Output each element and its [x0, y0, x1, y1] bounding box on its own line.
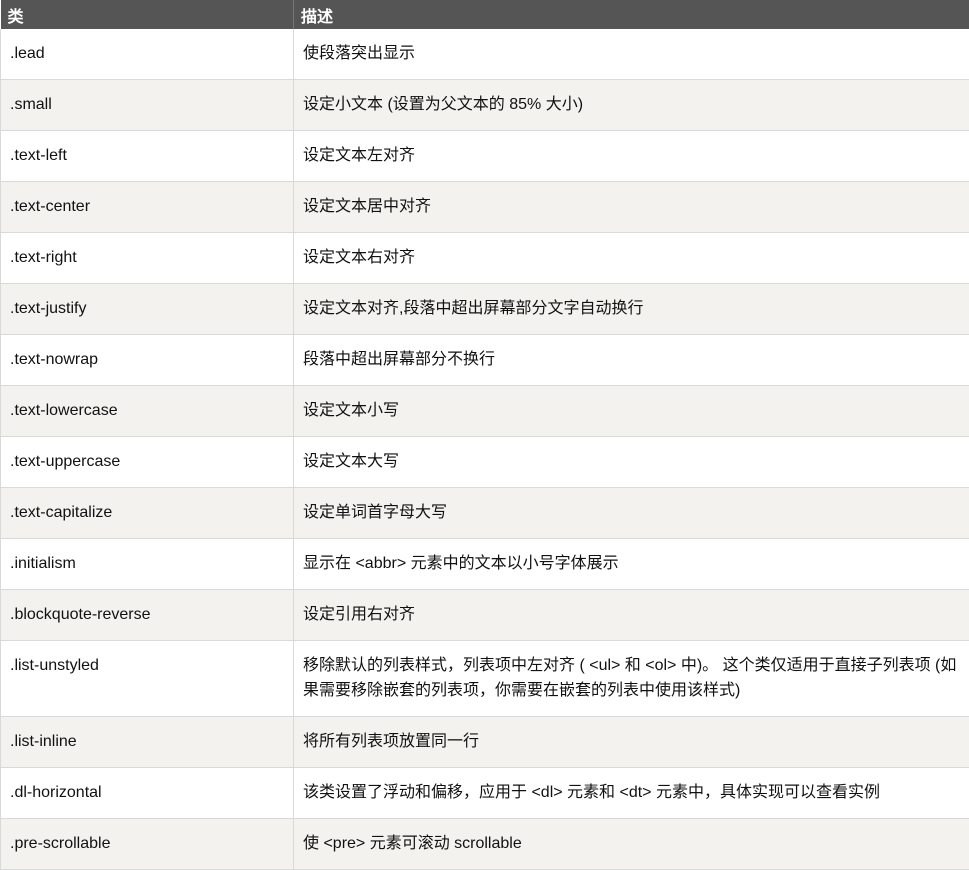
header-row: 类 描述	[0, 0, 969, 29]
class-name-cell: .text-center	[0, 181, 294, 233]
description-cell: 设定引用右对齐	[293, 589, 969, 641]
description-cell: 使段落突出显示	[293, 29, 969, 80]
table-row: .text-left 设定文本左对齐	[0, 130, 969, 182]
table-row: .pre-scrollable 使 <pre> 元素可滚动 scrollable	[0, 818, 969, 870]
class-name-cell: .list-inline	[0, 716, 294, 768]
header-description: 描述	[293, 0, 969, 29]
table-row: .small 设定小文本 (设置为父文本的 85% 大小)	[0, 79, 969, 131]
description-cell: 段落中超出屏幕部分不换行	[293, 334, 969, 386]
table-row: .text-capitalize 设定单词首字母大写	[0, 487, 969, 539]
table-row: .text-justify 设定文本对齐,段落中超出屏幕部分文字自动换行	[0, 283, 969, 335]
class-name-cell: .text-uppercase	[0, 436, 294, 488]
table-row: .list-unstyled 移除默认的列表样式，列表项中左对齐 ( <ul> …	[0, 640, 969, 717]
description-cell: 设定单词首字母大写	[293, 487, 969, 539]
description-cell: 使 <pre> 元素可滚动 scrollable	[293, 818, 969, 870]
class-name-cell: .text-capitalize	[0, 487, 294, 539]
table-row: .text-center 设定文本居中对齐	[0, 181, 969, 233]
description-cell: 设定小文本 (设置为父文本的 85% 大小)	[293, 79, 969, 131]
description-cell: 设定文本小写	[293, 385, 969, 437]
class-name-cell: .text-nowrap	[0, 334, 294, 386]
class-name-cell: .text-lowercase	[0, 385, 294, 437]
table-body: .lead 使段落突出显示 .small 设定小文本 (设置为父文本的 85% …	[0, 29, 969, 870]
table-row: .initialism 显示在 <abbr> 元素中的文本以小号字体展示	[0, 538, 969, 590]
table-row: .text-right 设定文本右对齐	[0, 232, 969, 284]
description-cell: 该类设置了浮动和偏移，应用于 <dl> 元素和 <dt> 元素中，具体实现可以查…	[293, 767, 969, 819]
class-name-cell: .text-justify	[0, 283, 294, 335]
class-name-cell: .small	[0, 79, 294, 131]
table-row: .text-nowrap 段落中超出屏幕部分不换行	[0, 334, 969, 386]
table-row: .lead 使段落突出显示	[0, 29, 969, 80]
description-cell: 显示在 <abbr> 元素中的文本以小号字体展示	[293, 538, 969, 590]
class-name-cell: .list-unstyled	[0, 640, 294, 717]
class-name-cell: .initialism	[0, 538, 294, 590]
class-name-cell: .dl-horizontal	[0, 767, 294, 819]
table-row: .blockquote-reverse 设定引用右对齐	[0, 589, 969, 641]
description-cell: 移除默认的列表样式，列表项中左对齐 ( <ul> 和 <ol> 中)。 这个类仅…	[293, 640, 969, 717]
class-name-cell: .pre-scrollable	[0, 818, 294, 870]
table-header: 类 描述	[0, 0, 969, 29]
class-name-cell: .lead	[0, 29, 294, 80]
header-class: 类	[0, 0, 294, 29]
description-cell: 设定文本居中对齐	[293, 181, 969, 233]
description-cell: 设定文本右对齐	[293, 232, 969, 284]
class-name-cell: .blockquote-reverse	[0, 589, 294, 641]
table-row: .text-lowercase 设定文本小写	[0, 385, 969, 437]
description-cell: 设定文本左对齐	[293, 130, 969, 182]
table-row: .dl-horizontal 该类设置了浮动和偏移，应用于 <dl> 元素和 <…	[0, 767, 969, 819]
css-class-reference-table: 类 描述 .lead 使段落突出显示 .small 设定小文本 (设置为父文本的…	[0, 0, 969, 870]
description-cell: 设定文本对齐,段落中超出屏幕部分文字自动换行	[293, 283, 969, 335]
table-row: .list-inline 将所有列表项放置同一行	[0, 716, 969, 768]
table-row: .text-uppercase 设定文本大写	[0, 436, 969, 488]
description-cell: 将所有列表项放置同一行	[293, 716, 969, 768]
description-cell: 设定文本大写	[293, 436, 969, 488]
class-name-cell: .text-left	[0, 130, 294, 182]
class-name-cell: .text-right	[0, 232, 294, 284]
